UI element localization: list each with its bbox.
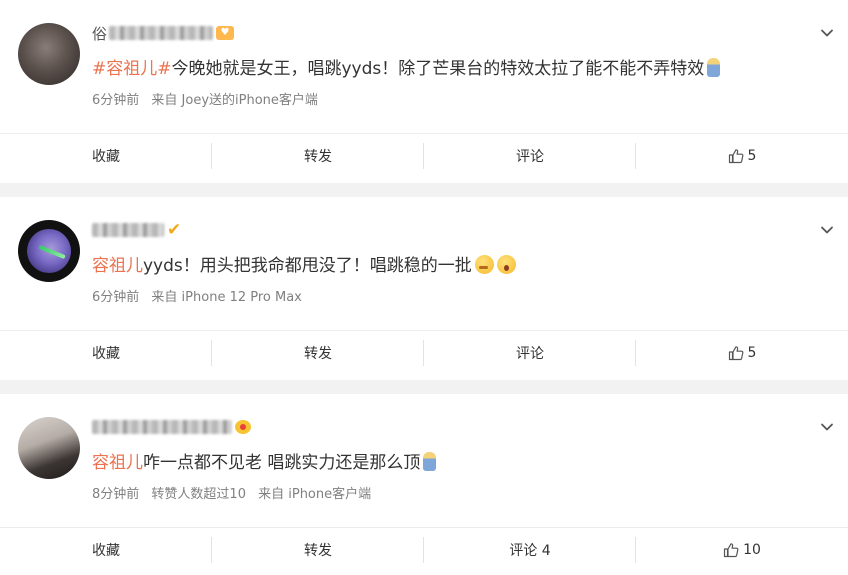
repost-label: 转发 bbox=[304, 543, 332, 559]
repost-button[interactable]: 转发 bbox=[212, 528, 424, 572]
username-blurred bbox=[92, 420, 232, 434]
repost-label: 转发 bbox=[304, 346, 332, 362]
verified-v-icon: ✔ bbox=[167, 220, 182, 240]
comment-label: 评论 bbox=[516, 346, 544, 362]
post-meta: 6分钟前 来自 iPhone 12 Pro Max bbox=[92, 286, 302, 305]
favorite-label: 收藏 bbox=[92, 346, 120, 362]
post-time: 8分钟前 bbox=[92, 487, 140, 502]
comment-button[interactable]: 评论 bbox=[424, 134, 636, 178]
post-content: #容祖儿#今晚她就是女王，唱跳yyds！除了芒果台的特效太拉了能不能不弄特效 bbox=[92, 54, 721, 79]
post-meta: 6分钟前 来自 Joey送的iPhone客户端 bbox=[92, 89, 318, 108]
comment-button[interactable]: 评论 4 bbox=[424, 528, 636, 572]
figure-emoji-icon bbox=[707, 58, 721, 77]
post-content: 容祖儿咋一点都不见老 唱跳实力还是那么顶 bbox=[92, 448, 437, 473]
like-count: 5 bbox=[747, 345, 757, 361]
post-text: 咋一点都不见老 唱跳实力还是那么顶 bbox=[143, 453, 421, 473]
avatar[interactable] bbox=[18, 220, 80, 282]
member-badge-icon: ♥ bbox=[216, 26, 235, 40]
thumbs-up-icon bbox=[728, 149, 743, 164]
crown-badge-icon bbox=[235, 420, 251, 434]
topic-link[interactable]: 容祖儿 bbox=[92, 256, 143, 276]
favorite-label: 收藏 bbox=[92, 149, 120, 165]
username[interactable] bbox=[92, 416, 251, 438]
post-source: 来自 iPhone 12 Pro Max bbox=[151, 290, 302, 305]
favorite-button[interactable]: 收藏 bbox=[0, 134, 212, 178]
wow-emoji-icon bbox=[496, 255, 516, 274]
comment-label: 评论 4 bbox=[509, 543, 551, 559]
post-content: 容祖儿yyds！用头把我命都甩没了！唱跳稳的一批 bbox=[92, 251, 516, 276]
favorite-label: 收藏 bbox=[92, 543, 120, 559]
favorite-button[interactable]: 收藏 bbox=[0, 528, 212, 572]
post-source: 来自 Joey送的iPhone客户端 bbox=[151, 93, 318, 108]
post-text: 今晚她就是女王，唱跳yyds！除了芒果台的特效太拉了能不能不弄特效 bbox=[171, 59, 705, 79]
like-button[interactable]: 5 bbox=[636, 331, 848, 375]
thinking-emoji-icon bbox=[474, 255, 494, 274]
avatar[interactable] bbox=[18, 417, 80, 479]
action-bar: 收藏 转发 评论 4 10 bbox=[0, 528, 848, 572]
repost-button[interactable]: 转发 bbox=[212, 331, 424, 375]
username-blurred bbox=[92, 223, 164, 237]
post-source: 来自 iPhone客户端 bbox=[258, 487, 372, 502]
action-bar: 收藏 转发 评论 5 bbox=[0, 134, 848, 178]
thumbs-up-icon bbox=[728, 346, 743, 361]
post-time: 6分钟前 bbox=[92, 290, 140, 305]
repost-button[interactable]: 转发 bbox=[212, 134, 424, 178]
action-bar: 收藏 转发 评论 5 bbox=[0, 331, 848, 375]
username-visible-char: 俗 bbox=[92, 24, 108, 43]
username[interactable]: 俗 ♥ bbox=[92, 22, 235, 44]
chevron-down-icon[interactable] bbox=[820, 223, 834, 237]
figure-emoji-icon bbox=[423, 452, 437, 471]
username-blurred bbox=[109, 26, 214, 40]
like-count: 5 bbox=[747, 148, 757, 164]
comment-label: 评论 bbox=[516, 149, 544, 165]
chevron-down-icon[interactable] bbox=[820, 420, 834, 434]
post-repost-info: 转赞人数超过10 bbox=[151, 487, 246, 502]
avatar[interactable] bbox=[18, 23, 80, 85]
favorite-button[interactable]: 收藏 bbox=[0, 331, 212, 375]
like-button[interactable]: 5 bbox=[636, 134, 848, 178]
post-meta: 8分钟前 转赞人数超过10 来自 iPhone客户端 bbox=[92, 483, 371, 502]
username[interactable]: ✔ bbox=[92, 219, 181, 241]
topic-link[interactable]: 容祖儿 bbox=[92, 453, 143, 473]
repost-label: 转发 bbox=[304, 149, 332, 165]
post-text: yyds！用头把我命都甩没了！唱跳稳的一批 bbox=[143, 256, 472, 276]
chevron-down-icon[interactable] bbox=[820, 26, 834, 40]
thumbs-up-icon bbox=[723, 543, 739, 558]
comment-button[interactable]: 评论 bbox=[424, 331, 636, 375]
like-button[interactable]: 10 bbox=[636, 528, 848, 572]
like-count: 10 bbox=[743, 542, 761, 558]
weibo-comment-card: 俗 ♥ #容祖儿#今晚她就是女王，唱跳yyds！除了芒果台的特效太拉了能不能不弄… bbox=[0, 0, 848, 183]
post-time: 6分钟前 bbox=[92, 93, 140, 108]
topic-link[interactable]: #容祖儿# bbox=[92, 59, 172, 79]
